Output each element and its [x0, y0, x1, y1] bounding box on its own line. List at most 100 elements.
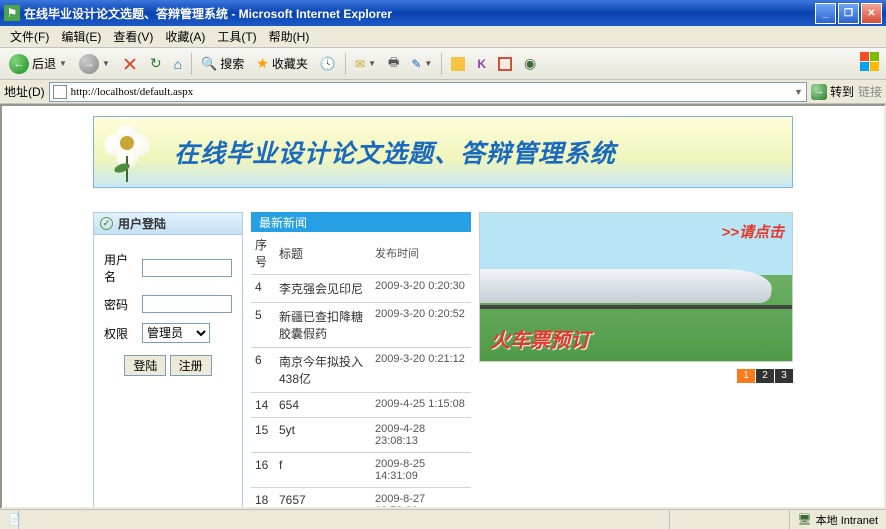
- main-row: ✓ 用户登陆 用户名 密码 权限 管理员 登陆 注册: [93, 212, 793, 509]
- ext4-button[interactable]: ◉: [519, 52, 541, 76]
- cell-date: 2009-3-20 0:21:12: [371, 348, 471, 393]
- table-row: 155yt2009-4-28 23:08:13: [251, 418, 471, 453]
- table-row: 6南京今年拟投入438亿2009-3-20 0:21:12: [251, 348, 471, 393]
- refresh-button[interactable]: ↻: [145, 52, 167, 76]
- page-3[interactable]: 3: [775, 369, 793, 383]
- print-icon: 🖶: [388, 53, 399, 74]
- password-input[interactable]: [142, 295, 232, 313]
- register-button[interactable]: 注册: [170, 355, 212, 376]
- page-icon: [53, 85, 67, 99]
- favorites-button[interactable]: ★收藏夹: [251, 52, 313, 76]
- cell-title[interactable]: 5yt: [275, 418, 371, 453]
- chevron-down-icon: ▼: [59, 59, 67, 68]
- back-button[interactable]: ← 后退 ▼: [4, 52, 72, 76]
- role-label: 权限: [102, 319, 138, 347]
- cell-title[interactable]: 南京今年拟投入438亿: [275, 348, 371, 393]
- cell-date: 2009-4-28 23:08:13: [371, 418, 471, 453]
- page-1[interactable]: 1: [737, 369, 755, 383]
- search-label: 搜索: [220, 55, 244, 72]
- cell-title[interactable]: 新疆已查扣降糖胶囊假药: [275, 303, 371, 348]
- login-button[interactable]: 登陆: [124, 355, 166, 376]
- cell-seq: 4: [251, 275, 275, 303]
- go-button[interactable]: → 转到: [811, 83, 854, 100]
- carousel-pager: 123: [479, 367, 793, 383]
- home-button[interactable]: ⌂: [169, 52, 187, 76]
- cell-title[interactable]: 李克强会见印尼: [275, 275, 371, 303]
- app-icon: ⚑: [4, 5, 20, 21]
- page-2[interactable]: 2: [756, 369, 774, 383]
- history-button[interactable]: 🕓: [315, 52, 341, 76]
- table-row: 16f2009-8-25 14:31:09: [251, 453, 471, 488]
- role-select[interactable]: 管理员: [142, 323, 210, 343]
- promo-panel: >>请点击 火车票预订 123: [479, 212, 793, 509]
- mail-button[interactable]: ✉▼: [350, 52, 381, 76]
- rail-icon: [480, 305, 792, 309]
- edit-icon: ✎: [411, 57, 421, 71]
- news-table: 序号 标题 发布时间 4李克强会见印尼2009-3-20 0:20:305新疆已…: [251, 232, 471, 509]
- cell-title[interactable]: f: [275, 453, 371, 488]
- ext2-button[interactable]: K: [472, 52, 491, 76]
- promo-hint: >>请点击: [721, 221, 784, 242]
- chevron-down-icon: ▼: [102, 59, 110, 68]
- news-header: 最新新闻: [251, 212, 471, 232]
- cell-date: 2009-3-20 0:20:52: [371, 303, 471, 348]
- site-title: 在线毕业设计论文选题、答辩管理系统: [174, 134, 616, 170]
- back-label: 后退: [32, 55, 56, 72]
- login-header-text: 用户登陆: [118, 215, 166, 232]
- refresh-icon: ↻: [150, 55, 162, 72]
- cell-date: 2009-3-20 0:20:30: [371, 275, 471, 303]
- print-button[interactable]: 🖶: [383, 52, 404, 76]
- go-label: 转到: [830, 83, 854, 100]
- address-input[interactable]: http://localhost/default.aspx ▼: [49, 82, 807, 102]
- username-input[interactable]: [142, 259, 232, 277]
- cell-seq: 5: [251, 303, 275, 348]
- intranet-icon: 🖥: [798, 513, 812, 526]
- links-label[interactable]: 链接: [858, 83, 882, 100]
- col-seq: 序号: [251, 232, 275, 275]
- home-icon: ⌂: [174, 56, 182, 72]
- ext-icon: K: [477, 57, 486, 71]
- forward-button[interactable]: → ▼: [74, 52, 115, 76]
- promo-image[interactable]: >>请点击 火车票预订: [479, 212, 793, 362]
- maximize-button[interactable]: ❐: [838, 3, 859, 24]
- menu-favorites[interactable]: 收藏(A): [159, 26, 211, 47]
- cell-date: 2009-8-27 18:58:00: [371, 488, 471, 510]
- chevron-down-icon[interactable]: ▼: [794, 87, 803, 97]
- separator: [345, 53, 346, 75]
- address-bar: 地址(D) http://localhost/default.aspx ▼ → …: [0, 80, 886, 104]
- content-area: 在线毕业设计论文选题、答辩管理系统 ✓ 用户登陆 用户名 密码 权限 管理: [0, 104, 886, 509]
- star-icon: ★: [256, 55, 269, 72]
- login-panel: ✓ 用户登陆 用户名 密码 权限 管理员 登陆 注册: [93, 212, 243, 509]
- edit-button[interactable]: ✎▼: [406, 52, 437, 76]
- search-button[interactable]: 🔍搜索: [196, 52, 249, 76]
- chevron-down-icon: ▼: [424, 59, 432, 68]
- window-titlebar: ⚑ 在线毕业设计论文选题、答辩管理系统 - Microsoft Internet…: [0, 0, 886, 26]
- cell-title[interactable]: 7657: [275, 488, 371, 510]
- back-arrow-icon: ←: [9, 54, 29, 74]
- cell-seq: 15: [251, 418, 275, 453]
- table-row: 146542009-4-25 1:15:08: [251, 393, 471, 418]
- flower-icon: [104, 122, 160, 182]
- favorites-label: 收藏夹: [272, 55, 308, 72]
- lock-icon: ✓: [100, 217, 113, 230]
- menu-help[interactable]: 帮助(H): [263, 26, 316, 47]
- stop-button[interactable]: [117, 52, 143, 76]
- menu-view[interactable]: 查看(V): [107, 26, 159, 47]
- table-row: 5新疆已查扣降糖胶囊假药2009-3-20 0:20:52: [251, 303, 471, 348]
- statusbar: 📄 🖥 本地 Intranet: [0, 509, 886, 529]
- zone-label: 本地 Intranet: [816, 512, 878, 528]
- menu-tools[interactable]: 工具(T): [211, 26, 262, 47]
- cell-title[interactable]: 654: [275, 393, 371, 418]
- username-label: 用户名: [102, 247, 138, 289]
- menu-edit[interactable]: 编辑(E): [55, 26, 107, 47]
- toolbar: ← 后退 ▼ → ▼ ↻ ⌂ 🔍搜索 ★收藏夹 🕓 ✉▼ 🖶 ✎▼ K ◉: [0, 48, 886, 80]
- ie-logo-icon: [860, 52, 882, 74]
- col-title: 标题: [275, 232, 371, 275]
- mail-icon: ✉: [355, 57, 365, 71]
- ext1-button[interactable]: [446, 52, 470, 76]
- close-button[interactable]: ✕: [861, 3, 882, 24]
- ext3-button[interactable]: [493, 52, 517, 76]
- menu-file[interactable]: 文件(F): [4, 26, 55, 47]
- minimize-button[interactable]: _: [815, 3, 836, 24]
- cell-date: 2009-8-25 14:31:09: [371, 453, 471, 488]
